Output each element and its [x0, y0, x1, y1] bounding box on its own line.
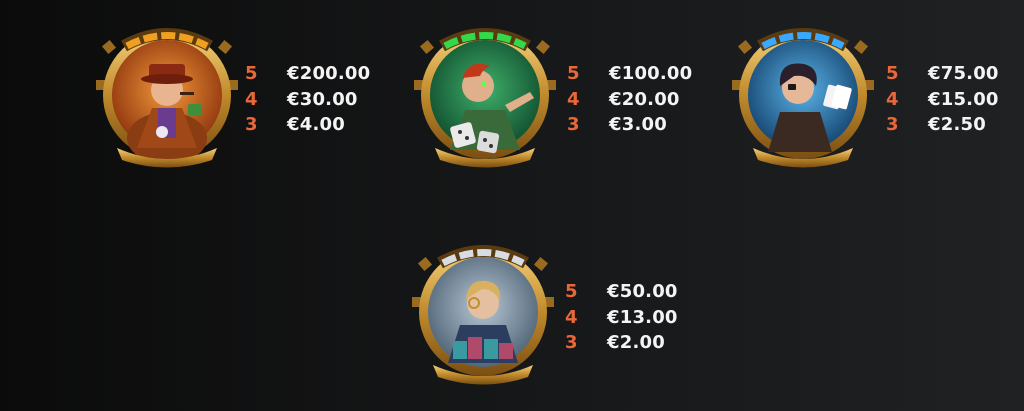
chip-dealer-icon — [412, 245, 554, 385]
payout-row-4: 4 €15.00 — [886, 87, 1024, 113]
payout-row-3: 3 €3.00 — [567, 112, 727, 138]
symbol-count: 3 — [565, 332, 578, 353]
payout-row-3: 3 €2.50 — [886, 112, 1024, 138]
payout-row-4: 4 €13.00 — [565, 305, 725, 331]
symbol-count: 3 — [245, 114, 258, 135]
symbol-count: 5 — [886, 63, 899, 84]
payout-row-5: 5 €100.00 — [567, 61, 727, 87]
payout-row-4: 4 €30.00 — [245, 87, 405, 113]
gentleman-tycoon-icon — [96, 28, 238, 168]
symbol-count: 4 — [245, 88, 258, 110]
symbol-count: 3 — [886, 114, 899, 135]
symbol-count: 3 — [567, 114, 580, 135]
payout-row-3: 3 €2.00 — [565, 330, 725, 356]
symbol-count: 4 — [886, 88, 899, 110]
symbol-dice-gambler — [410, 20, 560, 170]
symbol-count: 5 — [245, 63, 258, 84]
card-player-icon — [732, 28, 874, 168]
payout-amount: €2.50 — [928, 114, 986, 135]
symbol-count: 4 — [567, 88, 580, 110]
symbol-gentleman-tycoon — [92, 20, 242, 170]
payout-amount: €75.00 — [928, 63, 999, 84]
symbol-count: 4 — [565, 306, 578, 328]
symbol-count: 5 — [565, 281, 578, 302]
payout-amount: €100.00 — [609, 63, 693, 84]
payout-row-5: 5 €200.00 — [245, 61, 405, 87]
paytable-card-player: 5 €75.00 4 €15.00 3 €2.50 — [886, 61, 1024, 138]
payout-amount: €30.00 — [287, 88, 358, 110]
payout-amount: €13.00 — [607, 306, 678, 328]
symbol-chip-dealer — [408, 237, 558, 387]
payout-amount: €15.00 — [928, 88, 999, 110]
dice-gambler-icon — [414, 28, 556, 168]
symbol-count: 5 — [567, 63, 580, 84]
payout-row-5: 5 €50.00 — [565, 279, 725, 305]
symbol-card-player — [728, 20, 878, 170]
payout-amount: €4.00 — [287, 114, 345, 135]
payout-amount: €3.00 — [609, 114, 667, 135]
payout-amount: €200.00 — [287, 63, 371, 84]
paytable-chip-dealer: 5 €50.00 4 €13.00 3 €2.00 — [565, 279, 725, 356]
payout-amount: €20.00 — [609, 88, 680, 110]
payout-amount: €2.00 — [607, 332, 665, 353]
payout-row-3: 3 €4.00 — [245, 112, 405, 138]
paytable-dice-gambler: 5 €100.00 4 €20.00 3 €3.00 — [567, 61, 727, 138]
paytable-gentleman-tycoon: 5 €200.00 4 €30.00 3 €4.00 — [245, 61, 405, 138]
payout-amount: €50.00 — [607, 281, 678, 302]
payout-row-5: 5 €75.00 — [886, 61, 1024, 87]
payout-row-4: 4 €20.00 — [567, 87, 727, 113]
